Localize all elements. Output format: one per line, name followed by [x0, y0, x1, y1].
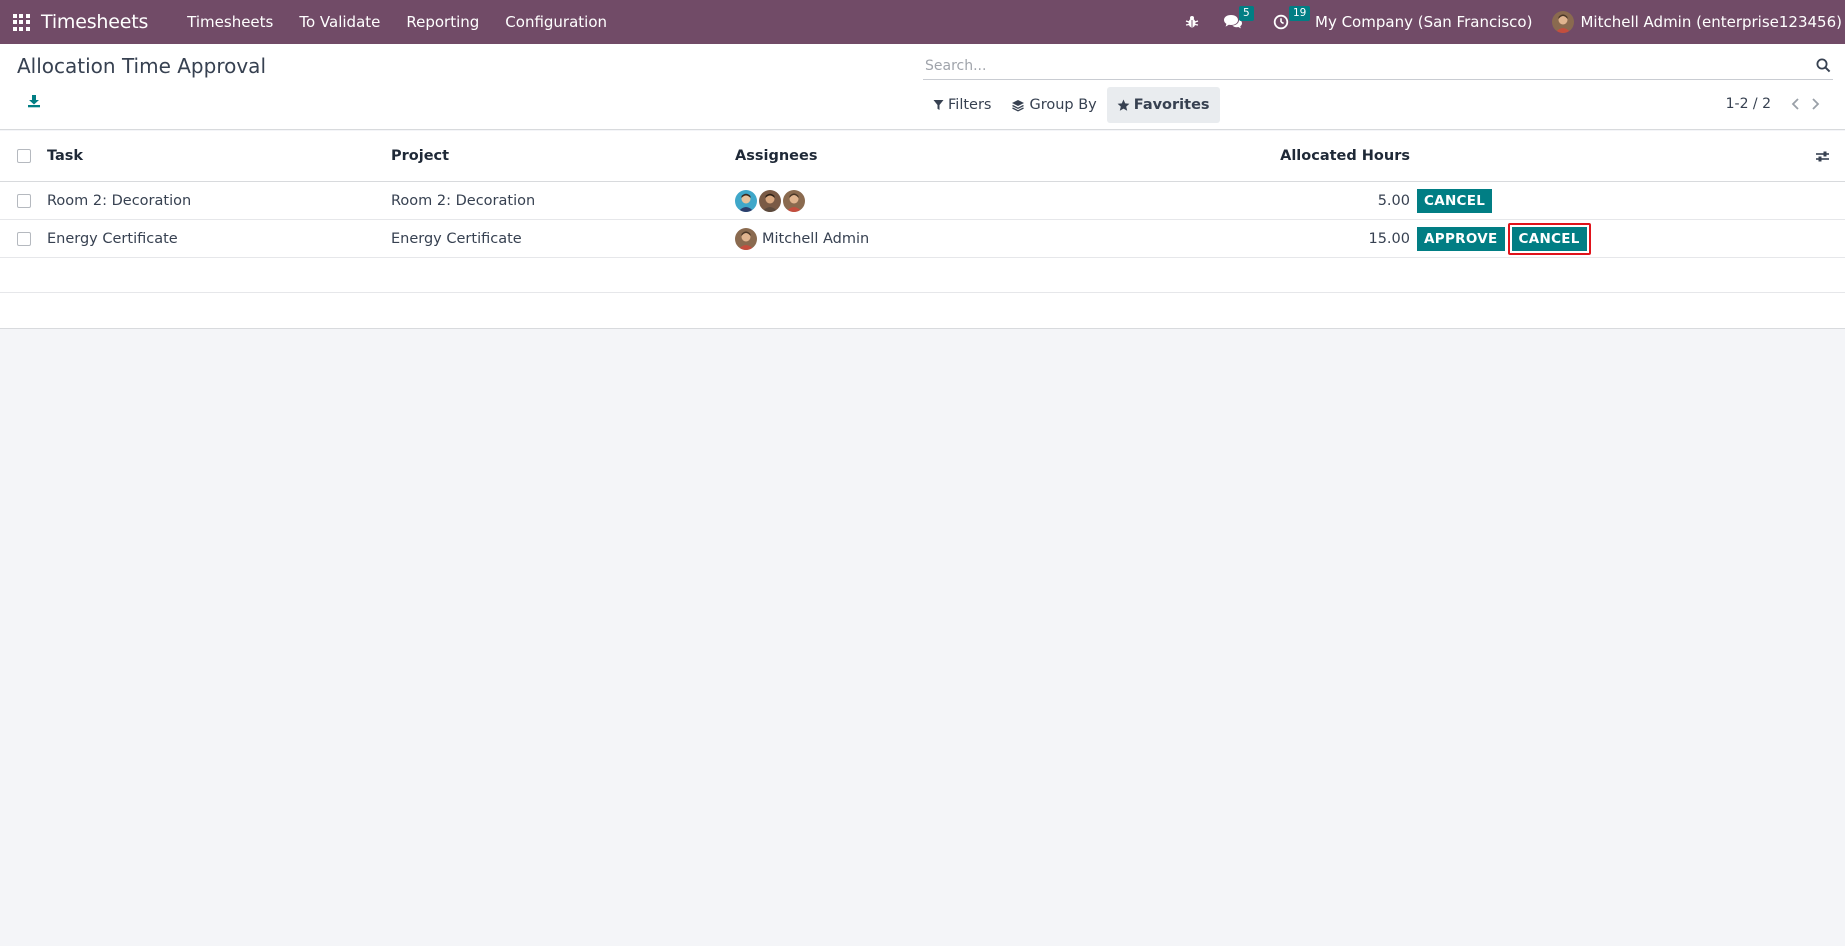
layers-icon — [1012, 99, 1025, 112]
search-options-bar: Filters Group By Favorites — [923, 87, 1220, 123]
pager-value[interactable]: 1-2 / 2 — [1726, 96, 1771, 112]
row-actions: APPROVE CANCEL — [1417, 220, 1591, 257]
column-header-project[interactable]: Project — [391, 131, 449, 181]
task-cell[interactable]: Room 2: Decoration — [47, 182, 191, 219]
assignee-avatar[interactable] — [735, 189, 757, 212]
approve-button[interactable]: APPROVE — [1417, 226, 1505, 251]
pager: 1-2 / 2 — [1726, 94, 1825, 114]
project-cell[interactable]: Room 2: Decoration — [391, 182, 535, 219]
groupby-dropdown-button[interactable]: Group By — [1001, 87, 1106, 123]
filter-funnel-icon — [933, 100, 944, 110]
table-row[interactable]: Energy Certificate Energy Certificate Mi… — [0, 220, 1845, 258]
apps-menu-icon[interactable] — [11, 12, 31, 32]
search-icon[interactable] — [1813, 56, 1833, 76]
menu-item-configuration[interactable]: Configuration — [492, 0, 620, 44]
user-name: Mitchell Admin (enterprise123456) — [1580, 13, 1842, 31]
column-header-allocated-hours[interactable]: Allocated Hours — [1180, 131, 1410, 181]
activities-clock-icon[interactable]: 19 — [1273, 6, 1311, 30]
assignee-avatar[interactable] — [783, 189, 805, 212]
highlighted-cancel-outline: CANCEL — [1507, 222, 1591, 255]
assignees-cell[interactable] — [735, 182, 807, 219]
pager-next-icon[interactable] — [1805, 94, 1825, 114]
row-checkbox[interactable] — [17, 193, 31, 208]
row-actions: CANCEL — [1417, 182, 1495, 219]
allocated-hours-cell[interactable]: 15.00 — [1180, 220, 1410, 257]
pager-previous-icon[interactable] — [1785, 94, 1805, 114]
favorites-label: Favorites — [1133, 97, 1210, 113]
list-header: Task Project Assignees Allocated Hours — [0, 131, 1845, 182]
assignee-avatar[interactable] — [759, 189, 781, 212]
top-navbar: Timesheets Timesheets To Validate Report… — [0, 0, 1845, 44]
debug-bug-icon[interactable] — [1185, 15, 1199, 29]
app-title[interactable]: Timesheets — [41, 11, 148, 33]
page-title: Allocation Time Approval — [17, 54, 266, 78]
navbar-systray: 5 19 My Company (San Francisco) Mitchell… — [1173, 0, 1845, 44]
row-checkbox[interactable] — [17, 231, 31, 246]
select-all-checkbox[interactable] — [17, 149, 31, 163]
empty-row — [0, 293, 1845, 329]
menu-item-reporting[interactable]: Reporting — [393, 0, 492, 44]
project-cell[interactable]: Energy Certificate — [391, 220, 522, 257]
allocated-hours-cell[interactable]: 5.00 — [1180, 182, 1410, 219]
user-avatar — [1552, 11, 1575, 33]
cancel-button[interactable]: CANCEL — [1417, 188, 1493, 213]
cancel-button[interactable]: CANCEL — [1511, 226, 1587, 251]
main-menu: Timesheets To Validate Reporting Configu… — [174, 0, 620, 44]
messages-chat-icon[interactable]: 5 — [1223, 6, 1254, 30]
column-header-task[interactable]: Task — [47, 131, 83, 181]
filters-dropdown-button[interactable]: Filters — [923, 87, 1001, 123]
menu-item-to-validate[interactable]: To Validate — [286, 0, 393, 44]
empty-row — [0, 258, 1845, 293]
assignee-avatar[interactable] — [735, 227, 757, 250]
control-panel: Allocation Time Approval Filters — [0, 44, 1845, 130]
messages-count-badge: 5 — [1239, 6, 1254, 21]
user-menu[interactable]: Mitchell Admin (enterprise123456) — [1552, 11, 1842, 33]
search-input[interactable] — [923, 52, 1813, 79]
filters-label: Filters — [948, 97, 992, 113]
task-cell[interactable]: Energy Certificate — [47, 220, 178, 257]
activities-count-badge: 19 — [1289, 6, 1311, 21]
search-bar — [923, 52, 1833, 80]
assignee-name: Mitchell Admin — [762, 230, 870, 247]
assignees-cell[interactable]: Mitchell Admin — [735, 220, 869, 257]
column-header-assignees[interactable]: Assignees — [735, 131, 817, 181]
table-row[interactable]: Room 2: Decoration Room 2: Decoration 5.… — [0, 182, 1845, 220]
export-download-icon[interactable] — [27, 94, 41, 112]
groupby-label: Group By — [1029, 97, 1097, 113]
company-switcher[interactable]: My Company (San Francisco) — [1315, 13, 1532, 31]
menu-item-timesheets[interactable]: Timesheets — [174, 0, 286, 44]
star-icon — [1117, 99, 1130, 111]
favorites-dropdown-button[interactable]: Favorites — [1106, 87, 1220, 123]
optional-columns-toggle-icon[interactable] — [1815, 131, 1830, 181]
list-view: Task Project Assignees Allocated Hours R… — [0, 131, 1845, 329]
